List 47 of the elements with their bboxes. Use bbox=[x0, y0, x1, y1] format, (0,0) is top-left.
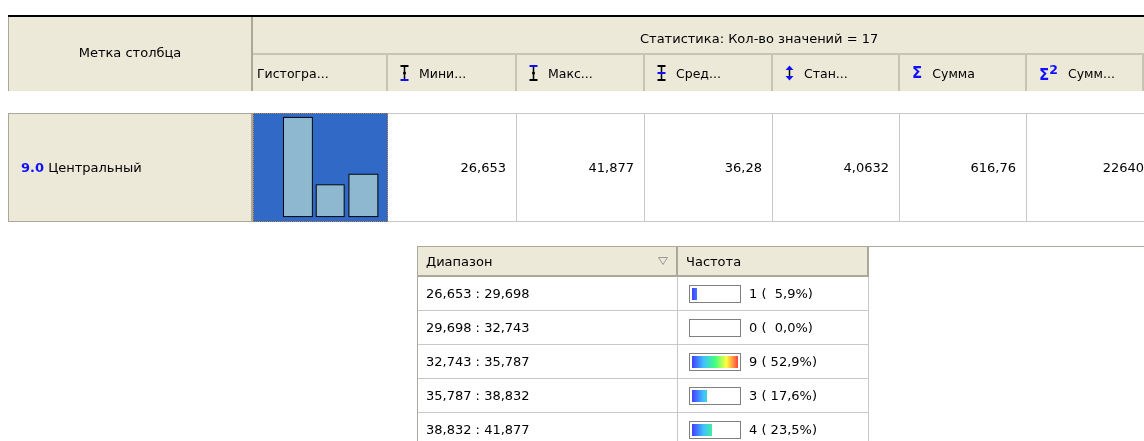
table-cell: 22640 bbox=[1027, 113, 1144, 222]
column-header[interactable]: Σ Сумма bbox=[900, 55, 1027, 91]
column-header[interactable]: Гистогра... bbox=[253, 55, 388, 91]
column-label: Сумма bbox=[932, 65, 975, 81]
table-cell: 38,832 : 41,877 bbox=[418, 413, 678, 441]
frequency-count: 3 ( 17,6%) bbox=[749, 388, 817, 403]
histogram-cell[interactable] bbox=[253, 113, 388, 222]
column-label: Мини... bbox=[419, 65, 467, 81]
table-cell: 29,698 : 32,743 bbox=[418, 311, 678, 345]
maximum-icon bbox=[529, 65, 538, 81]
column-label: Сумм... bbox=[1067, 65, 1115, 81]
column-header[interactable]: Σ$^{2}$ Сумм... bbox=[1027, 55, 1144, 91]
mean-icon bbox=[657, 65, 666, 81]
sigma-symbol: Σ$^{2}$ bbox=[1039, 62, 1058, 84]
table-cell: 26,653 : 29,698 bbox=[418, 277, 678, 311]
column-header[interactable]: Сред... bbox=[645, 55, 773, 91]
table-cell: 35,787 : 38,832 bbox=[418, 379, 678, 413]
table-cell: 26,653 bbox=[388, 113, 517, 222]
frequency-bar bbox=[689, 284, 741, 303]
group-header: Статистика: Кол-во значений = 17 bbox=[253, 17, 1144, 55]
frequency-bar bbox=[689, 352, 741, 371]
sigma-symbol: Σ bbox=[912, 64, 923, 82]
column-header[interactable]: Частота bbox=[678, 247, 869, 277]
column-label: Стан... bbox=[804, 65, 848, 81]
frequency-count: 9 ( 52,9%) bbox=[749, 354, 817, 369]
table-cell: 4,0632 bbox=[773, 113, 900, 222]
minimum-icon bbox=[400, 65, 409, 81]
column-header[interactable]: Метка столбца bbox=[8, 17, 253, 91]
sort-triangle-icon bbox=[658, 257, 668, 265]
frequency-bar bbox=[689, 386, 741, 405]
column-header[interactable]: Диапазон bbox=[418, 247, 678, 277]
table-cell: 36,28 bbox=[645, 113, 773, 222]
frequency-count: 4 ( 23,5%) bbox=[749, 422, 817, 437]
column-label: Макс... bbox=[548, 65, 593, 81]
column-header[interactable]: Стан... bbox=[773, 55, 900, 91]
double-arrow-icon bbox=[785, 65, 794, 81]
frequency-count: 0 ( 0,0%) bbox=[749, 320, 813, 335]
column-label: Гистогра... bbox=[257, 65, 329, 81]
column-label: Сред... bbox=[676, 65, 721, 81]
table-cell: 616,76 bbox=[900, 113, 1027, 222]
frequency-count: 1 ( 5,9%) bbox=[749, 286, 813, 301]
row-header[interactable]: 9.0 Центральный bbox=[8, 113, 253, 222]
table-cell: 32,743 : 35,787 bbox=[418, 345, 678, 379]
table-cell: 41,877 bbox=[517, 113, 645, 222]
column-header[interactable]: Макс... bbox=[517, 55, 645, 91]
column-label: Диапазон bbox=[426, 253, 493, 269]
column-header[interactable]: Мини... bbox=[388, 55, 517, 91]
